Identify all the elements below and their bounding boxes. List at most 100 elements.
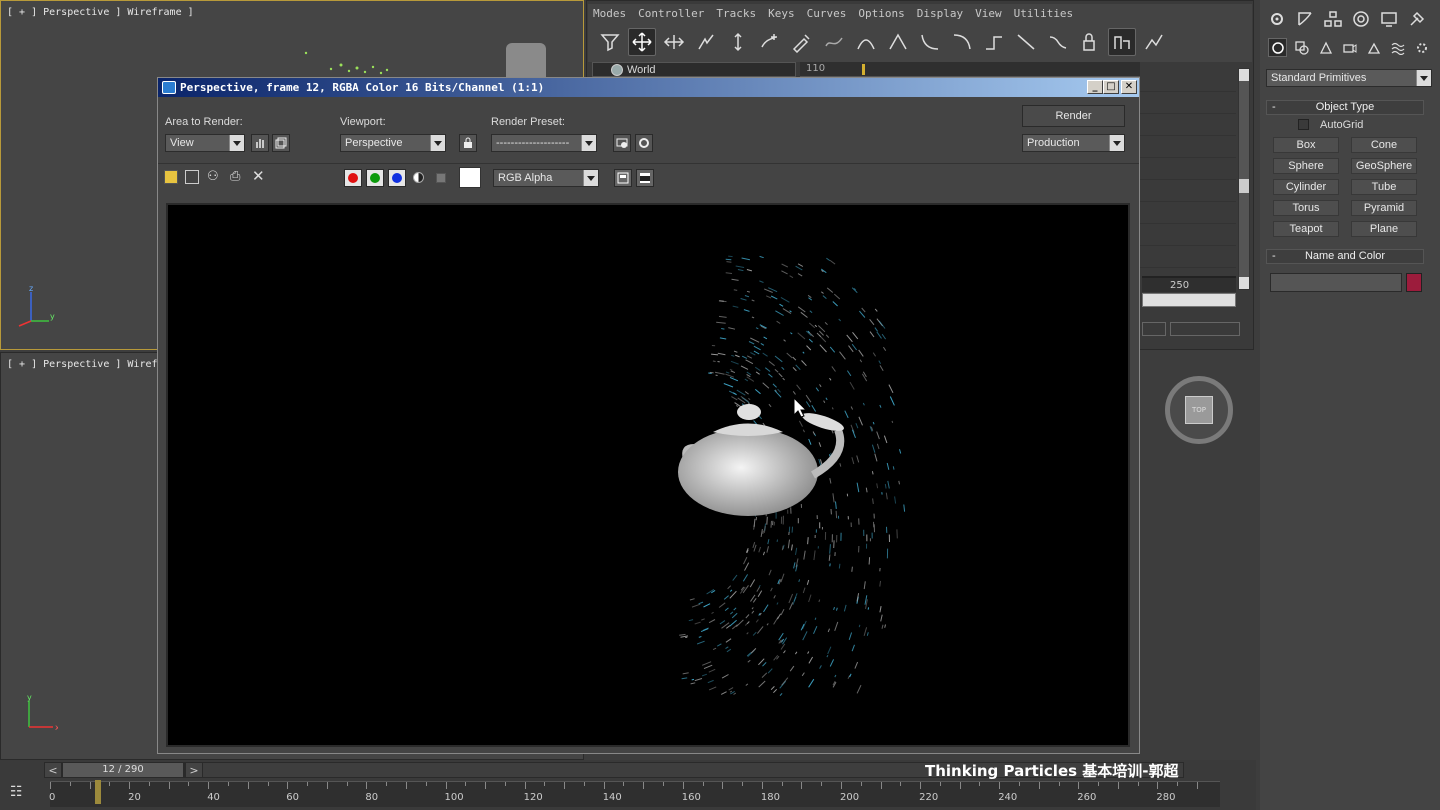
motion-tab-icon[interactable]	[1350, 8, 1372, 30]
render-setup-icon[interactable]	[613, 134, 631, 152]
tangent-auto-icon[interactable]	[852, 28, 880, 56]
primitive-tube-button[interactable]: Tube	[1351, 179, 1417, 195]
tangent-step-icon[interactable]	[980, 28, 1008, 56]
shapes-icon[interactable]	[1292, 38, 1311, 57]
primitive-pyramid-button[interactable]: Pyramid	[1351, 200, 1417, 216]
timeslider[interactable]: 12 / 290	[62, 762, 184, 778]
save-image-icon[interactable]	[164, 170, 178, 184]
track-bar-icon[interactable]: ☷	[10, 784, 32, 802]
auto-region-icon[interactable]	[272, 134, 290, 152]
primitive-geosphere-button[interactable]: GeoSphere	[1351, 158, 1417, 174]
window-title[interactable]: Perspective, frame 12, RGBA Color 16 Bit…	[158, 78, 1139, 97]
menu-view[interactable]: View	[975, 7, 1002, 20]
rendered-image-canvas[interactable]	[166, 203, 1130, 747]
edit-region-icon[interactable]	[251, 134, 269, 152]
display-channel-dropdown[interactable]: RGB Alpha	[493, 169, 599, 187]
utilities-tab-icon[interactable]	[1406, 8, 1428, 30]
environment-effects-icon[interactable]	[635, 134, 653, 152]
slide-keys-icon[interactable]	[660, 28, 688, 56]
toggle-ui-overlay-icon[interactable]	[614, 169, 632, 187]
scroll-down-icon[interactable]	[1239, 277, 1249, 289]
primitive-torus-button[interactable]: Torus	[1273, 200, 1339, 216]
track-bar[interactable]: 0 20 40 60 80 100 120 140 160 180 200 220 240 260 280	[49, 780, 1220, 807]
menu-utilities[interactable]: Utilities	[1014, 7, 1074, 20]
menu-modes[interactable]: Modes	[593, 7, 626, 20]
cameras-icon[interactable]	[1340, 38, 1359, 57]
lock-viewport-icon[interactable]	[459, 134, 477, 152]
lights-icon[interactable]	[1316, 38, 1335, 57]
background-color-swatch[interactable]	[459, 167, 481, 188]
toggle-ui-icon[interactable]	[636, 169, 654, 187]
tangent-fast-icon[interactable]	[916, 28, 944, 56]
rollout-name-color[interactable]: - Name and Color	[1266, 249, 1424, 264]
helpers-icon[interactable]	[1364, 38, 1383, 57]
production-dropdown[interactable]: Production	[1022, 134, 1125, 152]
clone-window-icon[interactable]: ⚇	[207, 169, 219, 184]
tangent-slow-icon[interactable]	[948, 28, 976, 56]
show-all-tangents-icon[interactable]	[1140, 28, 1168, 56]
scale-keys-icon[interactable]	[692, 28, 720, 56]
curve-scrollbar[interactable]	[1238, 68, 1250, 290]
chevron-down-icon[interactable]	[581, 135, 596, 151]
primitive-box-button[interactable]: Box	[1273, 137, 1339, 153]
viewcube-face[interactable]: TOP	[1185, 396, 1213, 424]
show-keyable-icon[interactable]	[1108, 28, 1136, 56]
lock-tangents-icon[interactable]	[1076, 28, 1104, 56]
minimize-button[interactable]: _	[1087, 80, 1103, 94]
scale-values-icon[interactable]	[724, 28, 752, 56]
add-keys-icon[interactable]	[756, 28, 784, 56]
scroll-thumb[interactable]	[1239, 179, 1249, 193]
print-image-icon[interactable]: ⎙	[230, 169, 240, 184]
render-button[interactable]: Render	[1022, 105, 1125, 127]
tangent-custom-icon[interactable]	[884, 28, 912, 56]
timeslider-next-button[interactable]: >	[185, 762, 203, 778]
reduce-keys-icon[interactable]	[820, 28, 848, 56]
key-value-field[interactable]	[1170, 322, 1240, 336]
area-to-render-dropdown[interactable]: View	[165, 134, 245, 152]
viewport-label[interactable]: [ + ] Perspective ] Wirefra	[7, 359, 170, 370]
world-node[interactable]: World	[592, 62, 796, 77]
rollout-object-type[interactable]: - Object Type	[1266, 100, 1424, 115]
red-channel-toggle[interactable]	[344, 169, 362, 187]
object-color-swatch[interactable]	[1406, 273, 1422, 292]
clear-icon[interactable]: ✕	[252, 167, 265, 185]
create-tab-icon[interactable]	[1266, 8, 1288, 30]
filter-icon[interactable]	[596, 28, 624, 56]
chevron-down-icon[interactable]	[1416, 70, 1431, 86]
chevron-down-icon[interactable]	[1109, 135, 1124, 151]
draw-curves-icon[interactable]	[788, 28, 816, 56]
blue-channel-toggle[interactable]	[388, 169, 406, 187]
timeslider-prev-button[interactable]: <	[44, 762, 62, 778]
chevron-down-icon[interactable]	[229, 135, 244, 151]
display-tab-icon[interactable]	[1378, 8, 1400, 30]
primitive-teapot-button[interactable]: Teapot	[1273, 221, 1339, 237]
geometry-icon[interactable]	[1268, 38, 1287, 57]
viewport-dropdown[interactable]: Perspective	[340, 134, 446, 152]
tangent-smooth-icon[interactable]	[1044, 28, 1072, 56]
scroll-up-icon[interactable]	[1239, 69, 1249, 81]
systems-icon[interactable]	[1412, 38, 1431, 57]
viewport-label[interactable]: [ + ] Perspective ] Wireframe ]	[7, 7, 194, 18]
render-preset-dropdown[interactable]: --------------------	[491, 134, 597, 152]
autogrid-checkbox[interactable]	[1298, 119, 1309, 130]
green-channel-toggle[interactable]	[366, 169, 384, 187]
menu-options[interactable]: Options	[858, 7, 904, 20]
category-dropdown[interactable]: Standard Primitives	[1266, 69, 1432, 87]
curve-hscroll[interactable]	[1142, 293, 1236, 307]
menu-tracks[interactable]: Tracks	[716, 7, 756, 20]
object-name-input[interactable]	[1270, 273, 1402, 292]
alpha-channel-icon[interactable]	[413, 172, 424, 183]
key-stats-field[interactable]	[1142, 322, 1166, 336]
maximize-button[interactable]: □	[1103, 80, 1119, 94]
move-keys-icon[interactable]	[628, 28, 656, 56]
spacewarps-icon[interactable]	[1388, 38, 1407, 57]
copy-image-icon[interactable]	[185, 170, 199, 184]
chevron-down-icon[interactable]	[583, 170, 598, 186]
modify-tab-icon[interactable]	[1294, 8, 1316, 30]
close-button[interactable]: ✕	[1121, 80, 1137, 94]
monochrome-icon[interactable]	[436, 173, 446, 183]
primitive-cone-button[interactable]: Cone	[1351, 137, 1417, 153]
curve-editor-grid[interactable]	[1140, 78, 1236, 268]
menu-curves[interactable]: Curves	[807, 7, 847, 20]
curve-ruler[interactable]: 110	[800, 62, 1140, 77]
